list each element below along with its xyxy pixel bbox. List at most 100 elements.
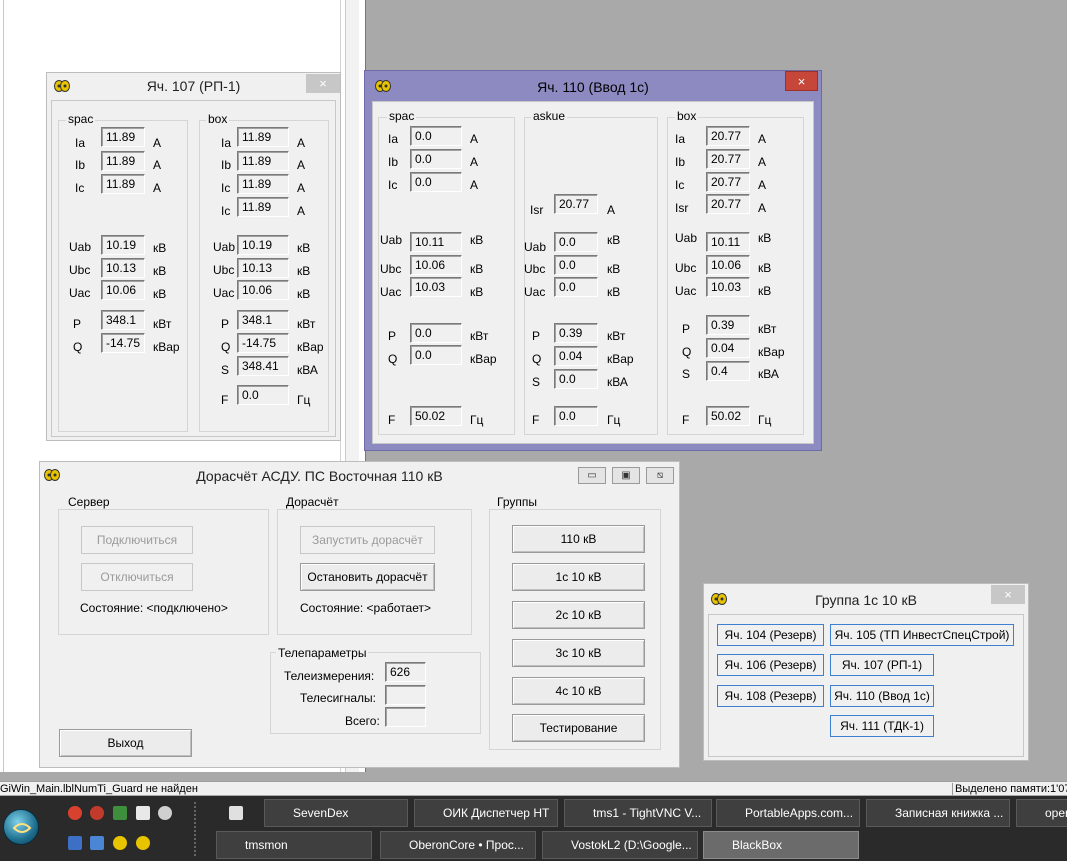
- app-icon[interactable]: [158, 806, 172, 820]
- document-icon[interactable]: [136, 806, 150, 820]
- cell-button-105[interactable]: Яч. 105 (ТП ИнвестСпецСтрой): [830, 624, 1014, 646]
- label-ia: Ia: [675, 132, 686, 146]
- cell-button-107[interactable]: Яч. 107 (РП-1): [830, 654, 934, 676]
- unit-ia: A: [297, 136, 306, 150]
- group-legend: spac: [387, 109, 417, 123]
- unit-ib: A: [153, 158, 162, 172]
- floppy-icon[interactable]: [68, 836, 82, 850]
- value-s: 0.4: [706, 361, 750, 381]
- label-isr: Isr: [530, 203, 544, 217]
- close-button[interactable]: ×: [991, 585, 1025, 604]
- window-title: Яч. 110 (Ввод 1с): [537, 79, 649, 95]
- memory-status: Выделено памяти:1'07: [952, 783, 1067, 795]
- windows-grid-icon[interactable]: [229, 806, 243, 820]
- cell-button-104[interactable]: Яч. 104 (Резерв): [717, 624, 824, 646]
- unit-uac: кВ: [297, 287, 311, 301]
- spreadsheet-icon[interactable]: [113, 806, 127, 820]
- close-button[interactable]: ×: [785, 71, 818, 91]
- label-ib: Ib: [675, 155, 686, 169]
- value-ib: 11.89: [101, 151, 145, 171]
- blackbox-icon[interactable]: [136, 836, 150, 850]
- value-f: 50.02: [706, 406, 750, 426]
- window-title: Группа 1с 10 кВ: [815, 592, 917, 608]
- group-button-3c-10kv[interactable]: 3с 10 кВ: [512, 639, 645, 667]
- unit-uab: кВ: [607, 233, 621, 247]
- maximize-button[interactable]: ▣: [612, 467, 640, 484]
- close-button[interactable]: ×: [306, 74, 340, 93]
- python-icon[interactable]: [113, 836, 127, 850]
- window-titlebar[interactable]: Яч. 107 (РП-1) ×: [47, 73, 340, 100]
- group-button-4c-10kv[interactable]: 4с 10 кВ: [512, 677, 645, 705]
- label-ia: Ia: [388, 132, 399, 146]
- testing-button[interactable]: Тестирование: [512, 714, 645, 742]
- unit-ic: A: [297, 181, 306, 195]
- value-p: 0.39: [706, 315, 750, 335]
- taskbar-separator: [194, 802, 196, 856]
- label-f: F: [682, 413, 690, 427]
- value-uac: 10.03: [706, 277, 750, 297]
- task-notebook[interactable]: Записная книжка ...: [866, 799, 1010, 827]
- total-label: Всего:: [345, 714, 380, 728]
- group-legend: box: [206, 112, 230, 126]
- task-oik-dispatcher[interactable]: ОИК Диспетчер НТ: [414, 799, 558, 827]
- task-portableapps[interactable]: PortableApps.com...: [716, 799, 860, 827]
- cell-button-106[interactable]: Яч. 106 (Резерв): [717, 654, 824, 676]
- label-q: Q: [532, 352, 542, 366]
- label-ia: Ia: [221, 136, 232, 150]
- task-oper[interactable]: oper: [1016, 799, 1067, 827]
- task-sevendex[interactable]: SevenDex: [264, 799, 408, 827]
- label-ubc: Ubc: [380, 262, 402, 276]
- label-p: P: [221, 317, 230, 331]
- unit-uac: кВ: [470, 285, 484, 299]
- value-ubc: 0.0: [554, 255, 598, 275]
- close-button[interactable]: ⧅: [646, 467, 674, 484]
- window-titlebar[interactable]: Дорасчёт АСДУ. ПС Восточная 110 кВ ▭ ▣ ⧅: [40, 462, 679, 490]
- cell-button-110[interactable]: Яч. 110 (Ввод 1с): [830, 685, 934, 707]
- window-client: spac Ia 0.0 A Ib 0.0 A Ic 0.0 A Uab 10.1…: [372, 101, 814, 444]
- value-q: 0.04: [706, 338, 750, 358]
- unit-ib: A: [470, 155, 479, 169]
- cell-button-108[interactable]: Яч. 108 (Резерв): [717, 685, 824, 707]
- task-tmsmon[interactable]: tmsmon: [216, 831, 372, 859]
- value-q: 0.04: [554, 346, 598, 366]
- window-titlebar[interactable]: Группа 1с 10 кВ ×: [704, 584, 1028, 612]
- unit-f: Гц: [758, 413, 772, 427]
- start-calc-button[interactable]: Запустить дорасчёт: [300, 526, 435, 554]
- label-p: P: [73, 317, 82, 331]
- exit-button[interactable]: Выход: [59, 729, 192, 757]
- value-q: 0.0: [410, 345, 462, 365]
- stop-calc-button[interactable]: Остановить дорасчёт: [300, 563, 435, 591]
- task-vostokl2[interactable]: VostokL2 (D:\Google...: [542, 831, 698, 859]
- group-button-110kv[interactable]: 110 кВ: [512, 525, 645, 553]
- telemeasure-label: Телеизмерения:: [284, 669, 375, 683]
- task-blackbox[interactable]: BlackBox: [703, 831, 859, 859]
- group-legend: spac: [66, 112, 96, 126]
- group-legend: box: [675, 109, 699, 123]
- start-button[interactable]: [3, 809, 39, 845]
- label-uab: Uab: [380, 233, 403, 247]
- minimize-button[interactable]: ▭: [578, 467, 606, 484]
- opera-icon[interactable]: [90, 806, 104, 820]
- value-uab: 10.19: [237, 235, 289, 255]
- task-tightvnc[interactable]: tms1 - TightVNC V...: [564, 799, 712, 827]
- label-ic: Ic: [75, 181, 85, 195]
- cell-button-111[interactable]: Яч. 111 (ТДК-1): [830, 715, 934, 737]
- unit-ubc: кВ: [470, 262, 484, 276]
- task-oberoncore[interactable]: OberonCore • Прос...: [380, 831, 536, 859]
- value-uac: 10.03: [410, 277, 462, 297]
- filter-icon[interactable]: [90, 836, 104, 850]
- disconnect-button[interactable]: Отключиться: [81, 563, 193, 591]
- connect-button[interactable]: Подключиться: [81, 526, 193, 554]
- unit-uab: кВ: [470, 233, 484, 247]
- value-isr: 20.77: [706, 194, 750, 214]
- value-uab: 10.11: [706, 232, 750, 252]
- group-button-2c-10kv[interactable]: 2с 10 кВ: [512, 601, 645, 629]
- chrome-icon[interactable]: [68, 806, 82, 820]
- value-f: 0.0: [554, 406, 598, 426]
- value-ubc: 10.06: [706, 255, 750, 275]
- label-ic: Ic: [388, 178, 398, 192]
- label-uac: Uac: [675, 284, 697, 298]
- window-titlebar[interactable]: Яч. 110 (Ввод 1с) ×: [365, 71, 821, 101]
- label-ib: Ib: [388, 155, 399, 169]
- group-button-1c-10kv[interactable]: 1с 10 кВ: [512, 563, 645, 591]
